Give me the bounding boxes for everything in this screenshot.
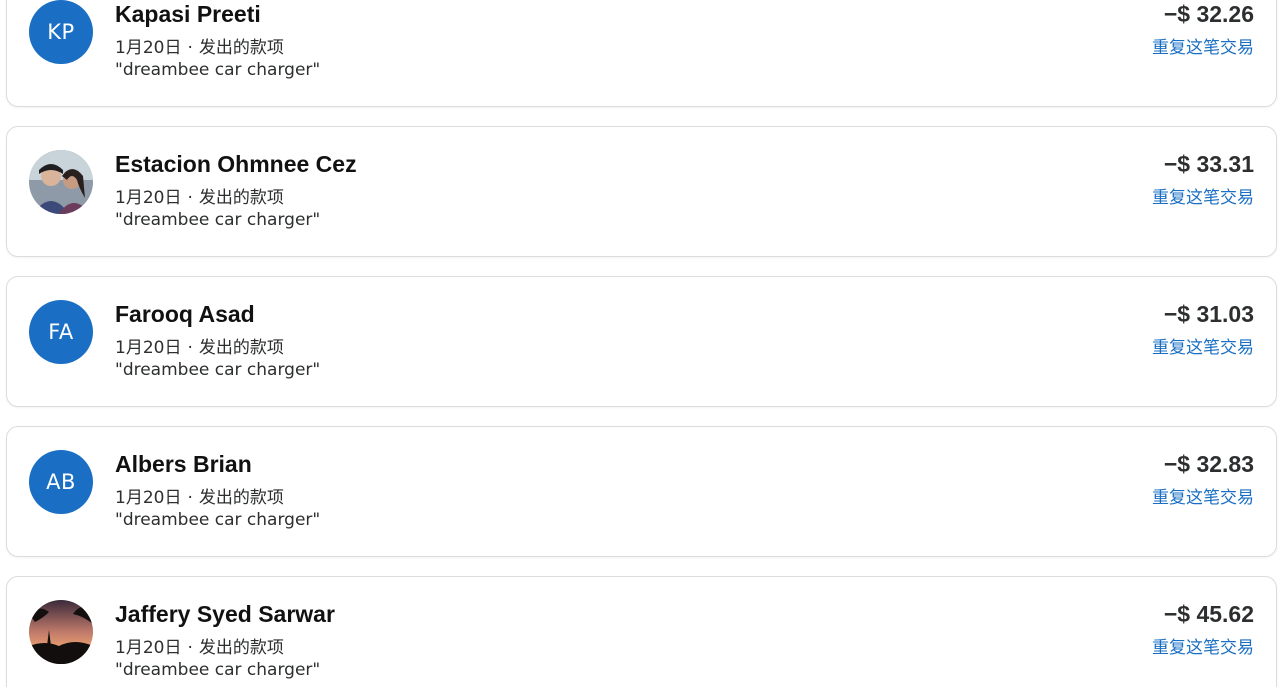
avatar-photo-icon: [29, 150, 93, 214]
avatar: FA: [29, 300, 93, 364]
transaction-type: 发出的款项: [198, 488, 284, 508]
transaction-meta: 1月20日 · 发出的款项: [115, 633, 284, 658]
transaction-type: 发出的款项: [198, 338, 284, 358]
transaction-card[interactable]: AB Albers Brian 1月20日 · 发出的款项 "dreambee ca…: [6, 426, 1277, 557]
avatar: KP: [29, 0, 93, 64]
repeat-transaction-link[interactable]: 重复这笔交易: [1152, 633, 1254, 658]
repeat-transaction-link[interactable]: 重复这笔交易: [1152, 33, 1254, 58]
transaction-date: 1月20日: [115, 638, 182, 658]
avatar: [29, 600, 93, 664]
transaction-note: "dreambee car charger": [115, 660, 321, 680]
payee-name: Estacion Ohmnee Cez: [115, 151, 357, 177]
transaction-amount: −$ 31.03: [1163, 301, 1254, 327]
transaction-type: 发出的款项: [198, 188, 284, 208]
transaction-meta: 1月20日 · 发出的款项: [115, 33, 284, 58]
transaction-list: KP Kapasi Preeti 1月20日 · 发出的款项 "dreambee c…: [0, 0, 1280, 687]
transaction-card[interactable]: KP Kapasi Preeti 1月20日 · 发出的款项 "dreambee c…: [6, 0, 1277, 107]
transaction-date: 1月20日: [115, 38, 182, 58]
transaction-meta: 1月20日 · 发出的款项: [115, 333, 284, 358]
avatar: [29, 150, 93, 214]
transaction-meta: 1月20日 · 发出的款项: [115, 183, 284, 208]
meta-separator: ·: [187, 638, 193, 658]
transaction-type: 发出的款项: [198, 38, 284, 58]
transaction-note: "dreambee car charger": [115, 360, 321, 380]
meta-separator: ·: [187, 488, 193, 508]
transaction-amount: −$ 45.62: [1163, 601, 1254, 627]
repeat-transaction-link[interactable]: 重复这笔交易: [1152, 333, 1254, 358]
transaction-amount: −$ 32.26: [1163, 1, 1254, 27]
transaction-date: 1月20日: [115, 488, 182, 508]
transaction-meta: 1月20日 · 发出的款项: [115, 483, 284, 508]
repeat-transaction-link[interactable]: 重复这笔交易: [1152, 183, 1254, 208]
transaction-type: 发出的款项: [198, 638, 284, 658]
transaction-card[interactable]: FA Farooq Asad 1月20日 · 发出的款项 "dreambee car…: [6, 276, 1277, 407]
transaction-date: 1月20日: [115, 188, 182, 208]
payee-name: Farooq Asad: [115, 301, 255, 327]
transaction-note: "dreambee car charger": [115, 210, 321, 230]
payee-name: Kapasi Preeti: [115, 1, 261, 27]
meta-separator: ·: [187, 188, 193, 208]
transaction-amount: −$ 33.31: [1163, 151, 1254, 177]
transaction-amount: −$ 32.83: [1163, 451, 1254, 477]
transaction-card[interactable]: Jaffery Syed Sarwar 1月20日 · 发出的款项 "dreambe…: [6, 576, 1277, 687]
payee-name: Albers Brian: [115, 451, 252, 477]
transaction-date: 1月20日: [115, 338, 182, 358]
transaction-card[interactable]: Estacion Ohmnee Cez 1月20日 · 发出的款项 "dreambe…: [6, 126, 1277, 257]
payee-name: Jaffery Syed Sarwar: [115, 601, 335, 627]
avatar: AB: [29, 450, 93, 514]
repeat-transaction-link[interactable]: 重复这笔交易: [1152, 483, 1254, 508]
meta-separator: ·: [187, 338, 193, 358]
avatar-photo-icon: [29, 600, 93, 664]
transaction-note: "dreambee car charger": [115, 510, 321, 530]
transaction-note: "dreambee car charger": [115, 60, 321, 80]
meta-separator: ·: [187, 38, 193, 58]
